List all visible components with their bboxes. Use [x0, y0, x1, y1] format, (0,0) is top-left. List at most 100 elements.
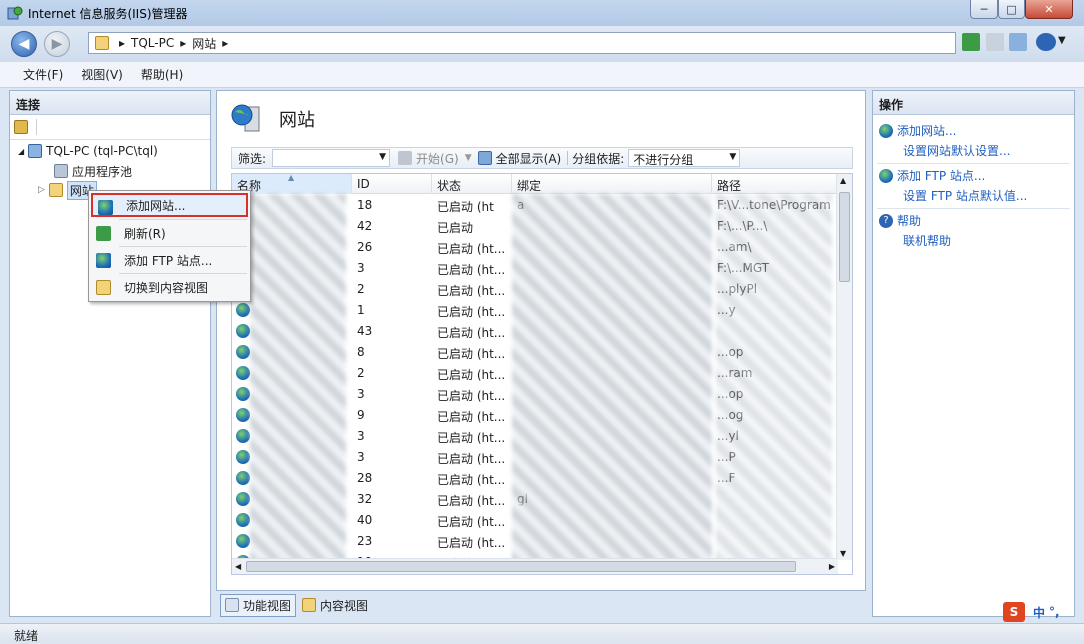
- tab-features-view[interactable]: 功能视图: [220, 593, 297, 617]
- scroll-thumb[interactable]: [839, 192, 850, 282]
- toolbar-separator: [567, 151, 569, 165]
- divider: [877, 208, 1070, 209]
- show-all-button[interactable]: 全部显示(A): [477, 150, 561, 167]
- title-bar: Internet 信息服务(IIS)管理器 ─ □ ✕: [0, 0, 1084, 26]
- divider: [119, 246, 247, 247]
- filter-bar: 筛选: ▼ 开始(G) ▼ 全部显示(A) 分组依据: 不进行分组 ▼: [231, 147, 853, 169]
- column-header-binding[interactable]: 绑定: [512, 174, 712, 194]
- expander-icon[interactable]: ◢: [18, 147, 24, 156]
- chevron-down-icon[interactable]: ▼: [729, 152, 736, 162]
- connect-icon[interactable]: [14, 120, 28, 134]
- ctx-add-website[interactable]: 添加网站...: [91, 193, 248, 217]
- help-dropdown-icon[interactable]: ▼: [1058, 35, 1066, 46]
- ctx-switch-content-view[interactable]: 切换到内容视图: [91, 275, 248, 299]
- minimize-button[interactable]: ─: [970, 0, 998, 19]
- vertical-scrollbar[interactable]: ▲ ▼: [836, 174, 852, 560]
- chevron-down-icon[interactable]: ▼: [465, 153, 472, 163]
- divider: [119, 219, 247, 220]
- scroll-left-icon[interactable]: ◀: [235, 562, 241, 571]
- content-view-icon: [302, 598, 317, 612]
- forward-button[interactable]: ▶: [44, 31, 70, 57]
- start-filter-label: 开始(G): [416, 151, 459, 166]
- cell-status: 已启动 (ht...: [437, 242, 506, 256]
- cell-status: 已启动 (ht...: [437, 263, 506, 277]
- cell-id: 42: [357, 219, 373, 233]
- cell-status: 已启动 (ht...: [437, 284, 506, 298]
- menu-file[interactable]: 文件(F): [18, 66, 68, 83]
- ime-mode-label[interactable]: 中: [1033, 604, 1045, 621]
- cell-status: 已启动 (ht...: [437, 452, 506, 466]
- tree-item-server[interactable]: ◢ TQL-PC (tql-PC\tql): [18, 142, 158, 160]
- binoculars-icon: [398, 151, 413, 165]
- ime-punct-label[interactable]: °,: [1049, 605, 1060, 619]
- horizontal-scrollbar[interactable]: ◀ ▶: [232, 558, 838, 574]
- maximize-button[interactable]: □: [998, 0, 1025, 19]
- home-icon[interactable]: [1009, 33, 1027, 51]
- scroll-down-icon[interactable]: ▼: [840, 549, 846, 558]
- sogou-ime-icon[interactable]: S: [1003, 602, 1025, 622]
- filter-input[interactable]: ▼: [272, 149, 391, 167]
- close-button[interactable]: ✕: [1025, 0, 1073, 19]
- address-bar[interactable]: ▸ TQL-PC ▸ 网站 ▸: [88, 32, 956, 54]
- tab-content-view[interactable]: 内容视图: [298, 595, 372, 616]
- menu-view[interactable]: 视图(V): [76, 66, 128, 83]
- expander-icon[interactable]: ▷: [38, 185, 45, 195]
- website-globe-icon: [236, 408, 250, 422]
- chevron-down-icon[interactable]: ▼: [379, 152, 386, 162]
- crumb-websites[interactable]: 网站: [192, 35, 216, 52]
- column-header-id[interactable]: ID: [352, 174, 432, 194]
- cell-id: 26: [357, 240, 373, 254]
- ctx-add-ftp[interactable]: 添加 FTP 站点...: [91, 248, 248, 272]
- scroll-right-icon[interactable]: ▶: [829, 562, 835, 571]
- ime-toolbar[interactable]: S 中 °,: [1003, 601, 1083, 623]
- cell-status: 已启动 (ht...: [437, 326, 506, 340]
- action-add-website[interactable]: 添加网站...: [879, 122, 956, 139]
- cell-status: 已启动 (ht...: [437, 389, 506, 403]
- start-filter-button[interactable]: 开始(G): [398, 150, 459, 167]
- show-all-icon: [477, 151, 492, 165]
- action-online-help[interactable]: 联机帮助: [903, 232, 951, 249]
- cell-status: 已启动 (ht...: [437, 305, 506, 319]
- cell-id: 32: [357, 492, 373, 506]
- features-view-icon: [225, 598, 239, 612]
- action-add-ftp[interactable]: 添加 FTP 站点...: [879, 167, 985, 184]
- cell-status: 已启动 (ht...: [437, 347, 506, 361]
- tree-item-app-pools[interactable]: 应用程序池: [54, 162, 132, 180]
- cell-id: 3: [357, 261, 365, 275]
- cell-id: 18: [357, 198, 373, 212]
- action-help[interactable]: ? 帮助: [879, 212, 921, 229]
- refresh-icon[interactable]: [962, 33, 980, 51]
- cell-id: 23: [357, 534, 373, 548]
- arrow-left-icon: ◀: [18, 36, 30, 52]
- context-menu: 添加网站... 刷新(R) 添加 FTP 站点... 切换到内容视图: [88, 190, 251, 302]
- websites-panel: 网站 筛选: ▼ 开始(G) ▼ 全部显示(A) 分组依据: 不进行分组 ▼ 名…: [216, 90, 866, 591]
- globe-add-icon: [879, 123, 893, 138]
- cell-status: 已启动 (ht...: [437, 536, 506, 550]
- help-icon[interactable]: [1036, 33, 1056, 51]
- actions-title: 操作: [873, 91, 1074, 115]
- crumb-tql-pc[interactable]: TQL-PC: [131, 36, 174, 50]
- column-header-path[interactable]: 路径: [712, 174, 838, 194]
- action-site-defaults[interactable]: 设置网站默认设置...: [903, 142, 1010, 159]
- tree-label-server: TQL-PC (tql-PC\tql): [46, 144, 158, 158]
- menu-help[interactable]: 帮助(H): [136, 66, 188, 83]
- cell-id: 3: [357, 429, 365, 443]
- stop-icon[interactable]: [986, 33, 1004, 51]
- action-help-label: 帮助: [897, 214, 922, 228]
- scroll-up-icon[interactable]: ▲: [840, 176, 846, 185]
- address-separator: ▸: [119, 36, 126, 50]
- back-button[interactable]: ◀: [11, 31, 37, 57]
- action-ftp-defaults[interactable]: 设置 FTP 站点默认值...: [903, 187, 1027, 204]
- redaction-blur: [716, 194, 832, 562]
- column-header-status[interactable]: 状态: [432, 174, 512, 194]
- ctx-refresh[interactable]: 刷新(R): [91, 221, 248, 245]
- cell-id: 1: [357, 303, 365, 317]
- cell-status: 已启动 (ht: [437, 200, 494, 214]
- group-by-select[interactable]: 不进行分组 ▼: [628, 149, 741, 167]
- website-globe-icon: [236, 471, 250, 485]
- table-header: 名称 ▲ ID 状态 绑定 路径: [232, 174, 838, 194]
- redaction-blur: [250, 194, 346, 562]
- actions-panel: 操作 添加网站... 设置网站默认设置... 添加 FTP 站点... 设置 F…: [872, 90, 1075, 617]
- scroll-thumb[interactable]: [246, 561, 796, 572]
- action-add-website-label: 添加网站...: [897, 124, 957, 138]
